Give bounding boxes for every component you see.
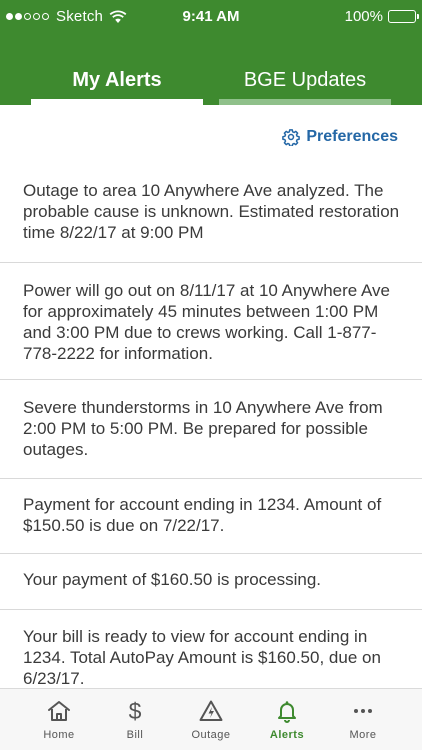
preferences-link[interactable]: Preferences [282,128,398,146]
tab-label: BGE Updates [243,69,367,91]
tab-indicator [219,99,391,105]
more-dots-icon [354,709,372,713]
tab-my-alerts[interactable]: My Alerts [31,60,203,105]
status-right: 100% [344,8,419,25]
gear-icon [282,129,301,146]
nav-outage[interactable]: Outage [173,689,249,750]
alert-text: Power will go out on 8/11/17 at 10 Anywh… [23,281,391,363]
alerts-tabs: My Alerts BGE Updates [0,60,422,105]
header: Sketch 9:41 AM 100% My Alerts BGE Update… [0,0,422,105]
tab-label: My Alerts [72,69,162,91]
alert-text: Severe thunderstorms in 10 Anywhere Ave … [23,398,383,459]
nav-alerts[interactable]: Alerts [249,689,325,750]
alert-text: Your payment of $160.50 is processing. [23,570,322,589]
nav-label: Outage [191,729,231,741]
bell-icon [278,701,296,723]
home-icon [48,701,70,721]
divider [0,553,422,554]
divider [0,262,422,263]
battery-full-icon [388,10,419,23]
divider [0,478,422,479]
nav-home[interactable]: Home [21,689,97,750]
svg-text:$: $ [129,699,142,723]
alerts-list: Outage to area 10 Anywhere Ave analyzed.… [0,160,422,687]
alert-text: Payment for account ending in 1234. Amou… [23,495,382,535]
nav-bill[interactable]: $ Bill [97,689,173,750]
alert-text: Your bill is ready to view for account e… [23,627,381,687]
nav-label: Home [43,729,75,741]
status-bar: Sketch 9:41 AM 100% [0,0,422,32]
nav-label: Bill [126,729,144,741]
nav-label: More [349,729,377,741]
nav-label: Alerts [269,729,305,741]
battery-percent: 100% [344,8,383,25]
divider [0,609,422,610]
tab-bge-updates[interactable]: BGE Updates [219,60,391,105]
preferences-label: Preferences [306,128,398,145]
nav-more[interactable]: More [325,689,401,750]
dollar-icon: $ [129,699,142,723]
alert-text: Outage to area 10 Anywhere Ave analyzed.… [23,181,400,242]
divider [0,379,422,380]
outage-bolt-icon [199,700,223,721]
tab-indicator [31,99,203,105]
app-screen: Sketch 9:41 AM 100% My Alerts BGE Update… [0,0,422,750]
bottom-nav: Home $ Bill Outage Alerts More [0,688,422,750]
